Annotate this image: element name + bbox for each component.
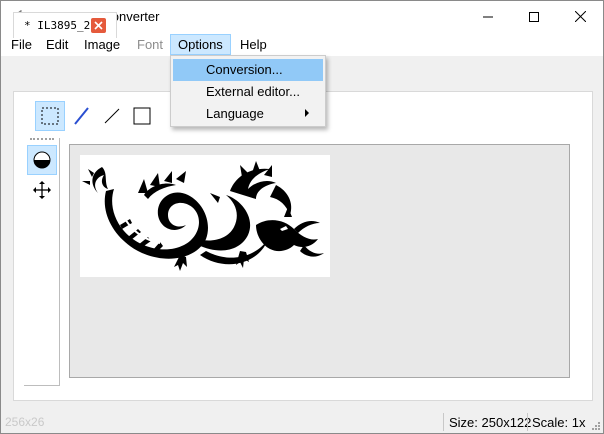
status-separator <box>527 413 528 431</box>
maximize-button[interactable] <box>511 1 557 32</box>
status-scale: Scale: 1x <box>532 415 586 430</box>
menu-item-label: Conversion... <box>206 62 283 77</box>
app-window: LCD Image Converter File Edit Image Font… <box>0 0 604 434</box>
menu-font[interactable]: Font <box>130 34 170 55</box>
close-window-button[interactable] <box>557 1 603 32</box>
menu-options[interactable]: Options <box>170 34 231 55</box>
minimize-icon <box>483 16 493 17</box>
document-tab[interactable]: * IL3895_2 <box>13 12 117 38</box>
pen-icon <box>74 107 89 125</box>
menu-item-label: External editor... <box>206 84 300 99</box>
options-dropdown-menu: Conversion... External editor... Languag… <box>170 55 326 127</box>
move-icon <box>33 181 51 199</box>
tool-rectangle[interactable] <box>127 101 157 131</box>
close-icon <box>574 11 586 22</box>
document-tab-label: * IL3895_2 <box>24 19 91 32</box>
status-bar: 256x26 Size: 250x122 Scale: 1x <box>1 411 603 433</box>
status-coords: 256x26 <box>5 415 45 429</box>
close-tab-button[interactable] <box>91 18 106 33</box>
menu-item-label: Language <box>206 106 264 121</box>
tool-fill-mode[interactable] <box>27 145 57 175</box>
image-canvas[interactable] <box>69 144 570 378</box>
submenu-arrow-icon <box>305 109 309 117</box>
menu-item-external-editor[interactable]: External editor... <box>173 81 323 103</box>
menu-item-language[interactable]: Language <box>173 103 323 125</box>
resize-grip-icon[interactable] <box>591 421 601 431</box>
rectangle-icon <box>133 107 151 125</box>
status-separator <box>443 413 444 431</box>
side-tool-palette <box>24 138 60 386</box>
tool-pen[interactable] <box>67 101 97 131</box>
menu-help[interactable]: Help <box>233 34 274 55</box>
minimize-button[interactable] <box>465 1 511 32</box>
tool-move[interactable] <box>27 175 57 205</box>
line-icon <box>104 108 120 124</box>
rectangle-select-icon <box>41 107 59 125</box>
fill-mode-icon <box>33 151 51 169</box>
tool-line[interactable] <box>97 101 127 131</box>
palette-grip[interactable] <box>30 138 54 140</box>
dragon-image <box>82 161 324 271</box>
close-icon <box>94 21 103 30</box>
image-preview[interactable] <box>80 155 330 277</box>
status-size: Size: 250x122 <box>449 415 532 430</box>
tool-rectangle-select[interactable] <box>35 101 65 131</box>
menu-item-conversion[interactable]: Conversion... <box>173 59 323 81</box>
maximize-icon <box>529 11 539 22</box>
